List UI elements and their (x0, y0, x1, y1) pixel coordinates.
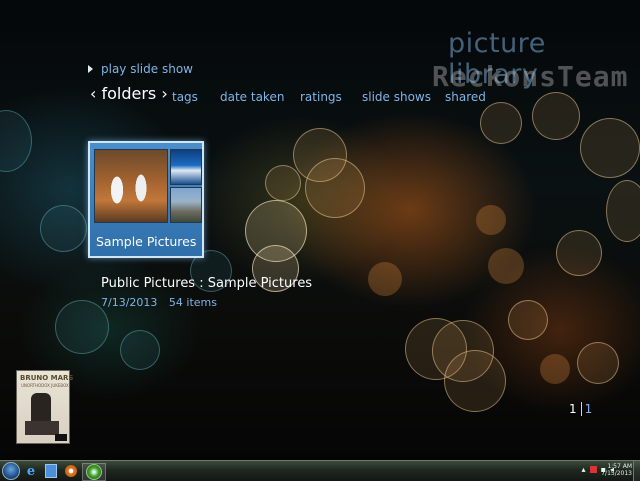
bokeh-decoration (606, 180, 640, 242)
windows-start-icon (2, 462, 20, 480)
folder-path: Public Pictures : Sample Pictures (101, 276, 313, 291)
watermark-text: ReckonsTeam (432, 60, 629, 93)
now-playing-album-art[interactable]: BRUNO MARS UNORTHODOX JUKEBOX (16, 370, 74, 444)
page-total: 1 (584, 402, 593, 416)
album-title: BRUNO MARS (20, 374, 74, 382)
bokeh-decoration (540, 354, 570, 384)
folder-tile-label: Sample Pictures (96, 234, 197, 249)
clock-date: 7/15/2013 (601, 470, 632, 477)
taskbar-ie-button[interactable]: e (22, 463, 40, 479)
internet-explorer-icon: e (26, 463, 36, 479)
taskbar: e ▴ ▪ ◂ 1:57 AM 7/15/2013 (0, 460, 640, 481)
page-current: 1 (569, 402, 577, 416)
bokeh-decoration (245, 200, 307, 262)
bokeh-decoration (40, 205, 87, 252)
bokeh-decoration (293, 128, 347, 182)
clock-time: 1:57 AM (607, 463, 632, 470)
taskbar-media-player-button[interactable] (62, 463, 80, 479)
taskbar-explorer-button[interactable] (42, 463, 60, 479)
tab-shared[interactable]: shared (445, 90, 486, 104)
show-desktop-button[interactable] (633, 461, 640, 481)
bokeh-decoration (556, 230, 602, 276)
bokeh-decoration (265, 165, 301, 201)
bokeh-decoration (577, 342, 619, 384)
bokeh-decoration (0, 110, 32, 172)
tab-ratings[interactable]: ratings (300, 90, 342, 104)
bokeh-decoration (580, 118, 640, 178)
tab-slide-shows[interactable]: slide shows (362, 90, 431, 104)
media-center-background: picture library ReckonsTeam play slide s… (0, 0, 640, 460)
bokeh-decoration (120, 330, 160, 370)
folder-date: 7/13/2013 (101, 296, 158, 309)
tab-date-taken[interactable]: date taken (220, 90, 284, 104)
page-indicator: 1 1 (569, 402, 592, 416)
bokeh-decoration (476, 205, 506, 235)
start-button[interactable] (2, 462, 20, 480)
folder-item-count: 54 items (168, 296, 217, 309)
album-figure (31, 393, 51, 423)
action-center-flag-icon[interactable] (589, 466, 597, 473)
folder-thumbnail-main (94, 149, 168, 223)
bokeh-decoration (508, 300, 548, 340)
bokeh-decoration (480, 102, 522, 144)
page-separator (580, 402, 582, 416)
parental-advisory-icon (55, 434, 67, 441)
windows-explorer-icon (45, 464, 57, 478)
folder-meta: 7/13/2013 54 items (101, 296, 217, 309)
media-player-icon (65, 465, 77, 477)
play-slide-show-button[interactable]: play slide show (88, 62, 193, 76)
folder-thumbnail-bottom (170, 187, 202, 223)
show-hidden-icons-button[interactable]: ▴ (582, 465, 586, 474)
album-piano (25, 421, 59, 435)
taskbar-clock[interactable]: 1:57 AM 7/15/2013 (601, 463, 632, 477)
tab-tags[interactable]: tags (172, 90, 198, 104)
bokeh-decoration (488, 248, 524, 284)
bokeh-decoration (432, 320, 494, 382)
play-icon (88, 65, 93, 73)
folder-tile-sample-pictures[interactable]: Sample Pictures (88, 141, 204, 258)
taskbar-media-center-button[interactable] (82, 463, 106, 481)
bokeh-decoration (444, 350, 506, 412)
bokeh-decoration (368, 262, 402, 296)
bokeh-decoration (405, 318, 467, 380)
bokeh-decoration (532, 92, 580, 140)
play-slide-show-label: play slide show (101, 62, 193, 76)
folder-thumbnail-top (170, 149, 202, 185)
bokeh-decoration (305, 158, 365, 218)
album-subtitle: UNORTHODOX JUKEBOX (21, 383, 69, 388)
media-center-icon (86, 464, 102, 480)
tab-folders[interactable]: ‹ folders › (90, 84, 168, 103)
